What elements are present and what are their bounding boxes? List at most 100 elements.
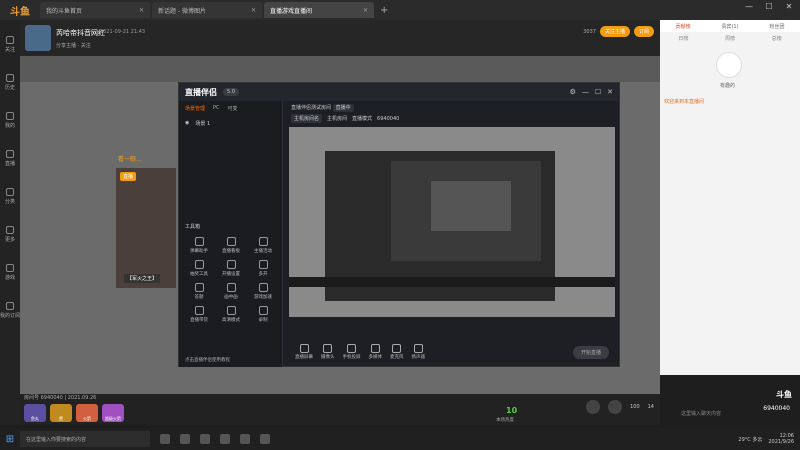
douyu-icon[interactable] xyxy=(260,434,270,444)
tab-label: 直播游戏直播间 xyxy=(270,7,313,15)
tool-item[interactable]: 画中画 xyxy=(215,283,247,300)
tool-speaker[interactable]: 扬声器 xyxy=(412,344,425,360)
clock[interactable]: 12:06 2021/9/26 xyxy=(768,433,794,445)
tool-screen[interactable]: 直播屏幕 xyxy=(295,344,313,360)
preview-canvas[interactable] xyxy=(289,127,615,317)
tab-scene-manage[interactable]: 场景管理 xyxy=(185,105,205,112)
tool-label: 摄像头 xyxy=(321,355,335,360)
new-tab-button[interactable]: + xyxy=(380,5,388,16)
room-meta-item: 主机房间 xyxy=(327,116,348,122)
scene-item[interactable]: ◉ 场景 1 xyxy=(179,116,282,131)
tool-phone-cast[interactable]: 手机投屏 xyxy=(343,344,361,360)
close-icon[interactable]: ✕ xyxy=(139,7,144,14)
subscribe-button[interactable]: 订阅 xyxy=(633,26,654,37)
maximize-button[interactable]: ☐ xyxy=(762,2,776,11)
scene-label: 场景 1 xyxy=(195,121,211,127)
source-toolbar: 直播屏幕 摄像头 手机投屏 多媒体 麦克风 扬声器 开始直播 xyxy=(289,341,615,363)
tool-media[interactable]: 多媒体 xyxy=(368,344,383,360)
tab-weibo[interactable]: 新话题 - 微博图片 ✕ xyxy=(152,2,262,18)
sidebar-item-history[interactable]: 历史 xyxy=(0,68,20,96)
tab-vip[interactable]: 贵宾(1) xyxy=(721,23,738,30)
chat-input[interactable]: 这里输入聊天内容 xyxy=(678,407,758,419)
sidebar-item-follow[interactable]: 关注 xyxy=(0,30,20,58)
system-tray: 29°C 多云 12:06 2021/9/26 xyxy=(738,433,800,445)
follow-button[interactable]: 关注主播 xyxy=(599,26,630,37)
wechat-icon[interactable] xyxy=(240,434,250,444)
room-name-chip[interactable]: 主机房间名 xyxy=(291,114,323,123)
tool-label: 多媒体 xyxy=(368,355,383,360)
gift-item[interactable]: 鱼丸 xyxy=(24,404,46,422)
gift-box-icon[interactable] xyxy=(586,400,601,414)
tool-item[interactable]: 开播设置 xyxy=(215,260,247,277)
gift-item[interactable]: 赞 xyxy=(50,404,72,422)
tab-variable[interactable]: 可变 xyxy=(228,105,238,112)
tool-mic[interactable]: 麦克风 xyxy=(390,344,404,360)
copy-icon xyxy=(258,260,268,269)
gamepad-icon xyxy=(6,263,14,272)
start-live-button[interactable]: 开始直播 xyxy=(572,345,609,359)
tab-pc[interactable]: PC xyxy=(213,105,220,112)
tab-contribution[interactable]: 贡献榜 xyxy=(675,23,690,30)
tab-weekly[interactable]: 周榜 xyxy=(725,35,735,42)
close-button[interactable]: ✕ xyxy=(782,2,796,11)
gift-item[interactable]: 超级火箭 xyxy=(102,404,124,422)
settings-icon[interactable]: ⚙ xyxy=(570,88,576,96)
tutorial-hint[interactable]: 点击直播伴侣使用教程 xyxy=(185,357,230,363)
tab-total[interactable]: 总榜 xyxy=(772,35,782,42)
eye-icon[interactable]: ◉ xyxy=(185,120,189,127)
taskview-icon[interactable] xyxy=(160,434,170,444)
minimize-button[interactable]: — xyxy=(742,2,756,11)
tab-live-room[interactable]: 直播游戏直播间 ✕ xyxy=(264,2,374,18)
gift-item[interactable]: 火箭 xyxy=(76,404,98,422)
taskbar-search[interactable]: 在这里输入你要搜索的内容 xyxy=(20,431,150,447)
browser-icon[interactable] xyxy=(180,434,190,444)
sidebar-item-mine[interactable]: 我的 xyxy=(0,106,20,134)
question-icon xyxy=(194,283,204,292)
tab-fans[interactable]: 粉丝团 xyxy=(769,23,784,30)
tool-camera[interactable]: 摄像头 xyxy=(321,344,335,360)
close-icon[interactable]: ✕ xyxy=(251,7,256,14)
gift-icon xyxy=(194,260,204,269)
tool-item[interactable]: 答题 xyxy=(183,283,215,300)
sidebar-item-live[interactable]: 直播 xyxy=(0,144,20,172)
browser-tab-bar: 斗鱼 我的斗鱼首页 ✕ 新话题 - 微博图片 ✕ 直播游戏直播间 ✕ + — ☐ ✕ xyxy=(0,0,800,20)
tool-item[interactable]: 抽奖工具 xyxy=(183,260,215,277)
chat-icon xyxy=(194,237,204,246)
minimize-button[interactable]: — xyxy=(582,88,589,96)
tool-item[interactable]: 高清模式 xyxy=(215,306,247,323)
sidebar-item-label: 我的 xyxy=(4,122,15,129)
close-button[interactable]: ✕ xyxy=(607,88,613,96)
tool-item[interactable]: 多开 xyxy=(247,260,279,277)
folder-icon[interactable] xyxy=(200,434,210,444)
tool-item[interactable]: 直播看板 xyxy=(215,237,247,254)
close-icon[interactable]: ✕ xyxy=(363,7,368,14)
sidebar-item-game[interactable]: 游戏 xyxy=(0,258,20,286)
tab-daily[interactable]: 日榜 xyxy=(678,35,688,42)
gift-label: 鱼丸 xyxy=(31,416,39,421)
streamer-header: 芮哈帝抖音网红 2021-09-21 21:43 分享主播 · 关注 3037 … xyxy=(20,20,660,56)
app-icon[interactable] xyxy=(220,434,230,444)
gift-label: 赞 xyxy=(59,416,63,421)
sidebar-item-subscribe[interactable]: 我的订阅 xyxy=(0,296,20,324)
tool-label: 直播看板 xyxy=(222,249,240,254)
tab-home[interactable]: 我的斗鱼首页 ✕ xyxy=(40,2,150,18)
companion-window-controls: ⚙ — ☐ ✕ xyxy=(570,88,613,96)
avatar[interactable] xyxy=(25,25,51,51)
backpack-icon[interactable] xyxy=(608,400,623,414)
tool-item[interactable]: 弹幕助手 xyxy=(183,237,215,254)
sidebar-item-category[interactable]: 分类 xyxy=(0,182,20,210)
tool-item[interactable]: 主播活动 xyxy=(247,237,279,254)
heart-icon xyxy=(6,35,14,44)
tool-label: 画中画 xyxy=(224,295,238,300)
top-contributor-avatar[interactable] xyxy=(716,52,742,78)
tool-label: 答题 xyxy=(194,295,204,300)
room-info: 直播伴侣测试房间 直播中 主机房间名 主机房间 直播模式 6940040 xyxy=(285,101,619,125)
tool-item[interactable]: 游戏加速 xyxy=(247,283,279,300)
gift-list: 鱼丸 赞 火箭 超级火箭 xyxy=(24,404,124,422)
windows-start-button[interactable]: ⊞ xyxy=(0,428,20,450)
tool-item[interactable]: 录制 xyxy=(247,306,279,323)
sidebar-item-more[interactable]: 更多 xyxy=(0,220,20,248)
tool-item[interactable]: 直播带货 xyxy=(183,306,215,323)
maximize-button[interactable]: ☐ xyxy=(595,88,601,96)
tool-label: 抽奖工具 xyxy=(190,272,208,277)
